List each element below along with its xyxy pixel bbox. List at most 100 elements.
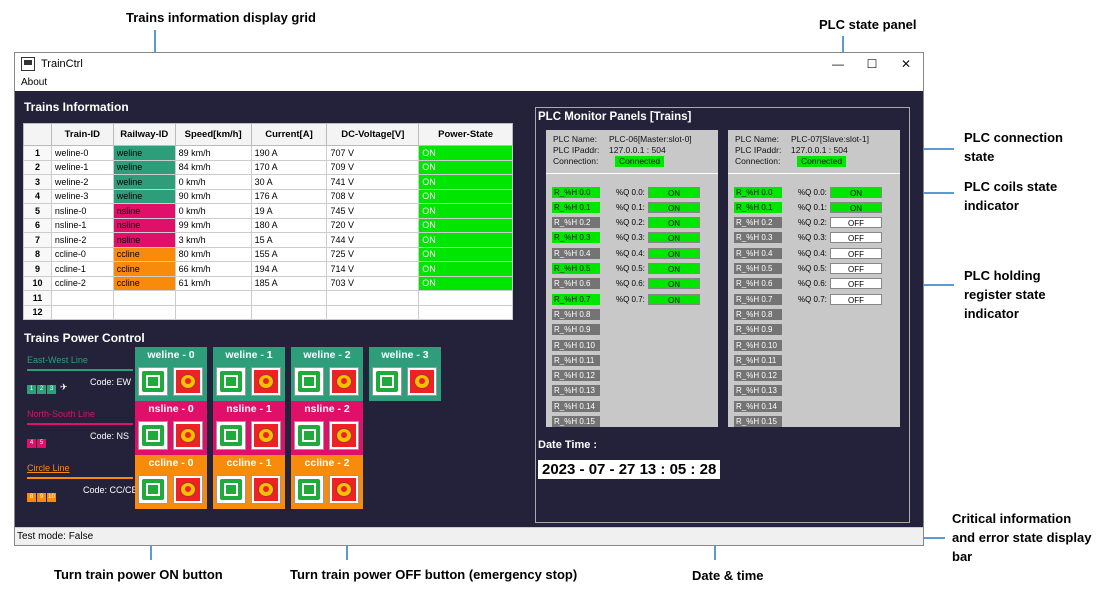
power-on-button[interactable]	[216, 421, 246, 450]
grid-row[interactable]: 1 weline-0 weline 89 km/h 190 A 707 V ON	[23, 145, 513, 161]
grid-cell[interactable]: 66 km/h	[174, 261, 252, 277]
grid-cell[interactable]	[112, 290, 176, 306]
power-on-button[interactable]	[138, 475, 168, 504]
grid-cell[interactable]: ccline	[112, 261, 176, 277]
grid-cell[interactable]: 744 V	[326, 232, 420, 248]
grid-column-header[interactable]: DC-Voltage[V]	[326, 123, 420, 146]
grid-row[interactable]: 2 weline-1 weline 84 km/h 170 A 709 V ON	[23, 159, 513, 175]
grid-cell[interactable]	[50, 304, 114, 320]
grid-cell[interactable]: ccline	[112, 246, 176, 262]
grid-cell[interactable]: ON	[418, 203, 513, 219]
emergency-stop-button[interactable]	[407, 367, 437, 396]
grid-column-header[interactable]	[23, 123, 52, 146]
grid-row[interactable]: 8 ccline-0 ccline 80 km/h 155 A 725 V ON	[23, 246, 513, 262]
grid-cell[interactable]: 708 V	[326, 188, 420, 204]
emergency-stop-button[interactable]	[329, 421, 359, 450]
grid-cell[interactable]: weline-0	[50, 145, 114, 161]
emergency-stop-button[interactable]	[173, 475, 203, 504]
grid-cell[interactable]: 155 A	[250, 246, 328, 262]
grid-column-header[interactable]: Railway-ID	[112, 123, 176, 146]
grid-cell[interactable]: 741 V	[326, 174, 420, 190]
grid-cell[interactable]: ON	[418, 232, 513, 248]
grid-cell[interactable]: 4	[23, 188, 52, 204]
grid-cell[interactable]	[174, 290, 252, 306]
grid-cell[interactable]: 0 km/h	[174, 174, 252, 190]
grid-cell[interactable]: 170 A	[250, 159, 328, 175]
grid-cell[interactable]: ON	[418, 159, 513, 175]
grid-row[interactable]: 9 ccline-1 ccline 66 km/h 194 A 714 V ON	[23, 261, 513, 277]
emergency-stop-button[interactable]	[173, 367, 203, 396]
grid-cell[interactable]: 2	[23, 159, 52, 175]
grid-cell[interactable]: ON	[418, 145, 513, 161]
grid-cell[interactable]: ccline	[112, 275, 176, 291]
grid-cell[interactable]: 720 V	[326, 217, 420, 233]
power-on-button[interactable]	[138, 367, 168, 396]
grid-cell[interactable]: 1	[23, 145, 52, 161]
grid-cell[interactable]: ccline-1	[50, 261, 114, 277]
power-on-button[interactable]	[138, 421, 168, 450]
grid-cell[interactable]: nsline-0	[50, 203, 114, 219]
grid-cell[interactable]: weline	[112, 188, 176, 204]
grid-cell[interactable]: 8	[23, 246, 52, 262]
grid-row[interactable]: 4 weline-3 weline 90 km/h 176 A 708 V ON	[23, 188, 513, 204]
grid-cell[interactable]: nsline-1	[50, 217, 114, 233]
grid-cell[interactable]	[250, 304, 328, 320]
grid-cell[interactable]: 99 km/h	[174, 217, 252, 233]
emergency-stop-button[interactable]	[251, 421, 281, 450]
grid-row[interactable]: 12	[23, 304, 513, 320]
grid-cell[interactable]: 745 V	[326, 203, 420, 219]
grid-cell[interactable]: 10	[23, 275, 52, 291]
grid-cell[interactable]: nsline	[112, 203, 176, 219]
grid-cell[interactable]: 0 km/h	[174, 203, 252, 219]
grid-cell[interactable]: 30 A	[250, 174, 328, 190]
grid-cell[interactable]: 185 A	[250, 275, 328, 291]
grid-cell[interactable]: 5	[23, 203, 52, 219]
emergency-stop-button[interactable]	[173, 421, 203, 450]
grid-cell[interactable]: ON	[418, 246, 513, 262]
grid-cell[interactable]: ON	[418, 261, 513, 277]
grid-cell[interactable]: 12	[23, 304, 52, 320]
grid-column-header[interactable]: Power-State	[418, 123, 513, 146]
grid-row[interactable]: 7 nsline-2 nsline 3 km/h 15 A 744 V ON	[23, 232, 513, 248]
grid-cell[interactable]	[250, 290, 328, 306]
power-on-button[interactable]	[294, 475, 324, 504]
grid-cell[interactable]: 703 V	[326, 275, 420, 291]
grid-cell[interactable]: 709 V	[326, 159, 420, 175]
grid-cell[interactable]: 11	[23, 290, 52, 306]
power-on-button[interactable]	[372, 367, 402, 396]
grid-cell[interactable]	[326, 304, 420, 320]
emergency-stop-button[interactable]	[329, 367, 359, 396]
grid-cell[interactable]: ON	[418, 174, 513, 190]
grid-cell[interactable]: 190 A	[250, 145, 328, 161]
grid-cell[interactable]: 19 A	[250, 203, 328, 219]
menu-about[interactable]: About	[21, 77, 47, 88]
grid-cell[interactable]	[418, 290, 513, 306]
maximize-button[interactable]: ☐	[855, 57, 889, 71]
grid-cell[interactable]: 9	[23, 261, 52, 277]
grid-cell[interactable]: 176 A	[250, 188, 328, 204]
emergency-stop-button[interactable]	[251, 475, 281, 504]
power-on-button[interactable]	[294, 421, 324, 450]
grid-cell[interactable]: weline-2	[50, 174, 114, 190]
power-on-button[interactable]	[216, 367, 246, 396]
grid-cell[interactable]: 725 V	[326, 246, 420, 262]
grid-cell[interactable]	[50, 290, 114, 306]
minimize-button[interactable]: —	[821, 57, 855, 71]
grid-cell[interactable]: 61 km/h	[174, 275, 252, 291]
grid-row[interactable]: 5 nsline-0 nsline 0 km/h 19 A 745 V ON	[23, 203, 513, 219]
grid-cell[interactable]: 80 km/h	[174, 246, 252, 262]
grid-row[interactable]: 6 nsline-1 nsline 99 km/h 180 A 720 V ON	[23, 217, 513, 233]
grid-cell[interactable]: 714 V	[326, 261, 420, 277]
grid-cell[interactable]: 6	[23, 217, 52, 233]
emergency-stop-button[interactable]	[329, 475, 359, 504]
grid-cell[interactable]: nsline-2	[50, 232, 114, 248]
grid-cell[interactable]: nsline	[112, 217, 176, 233]
grid-cell[interactable]: 3	[23, 174, 52, 190]
grid-cell[interactable]: weline	[112, 159, 176, 175]
grid-cell[interactable]: 84 km/h	[174, 159, 252, 175]
grid-cell[interactable]: 89 km/h	[174, 145, 252, 161]
grid-column-header[interactable]: Speed[km/h]	[174, 123, 252, 146]
grid-cell[interactable]: weline-3	[50, 188, 114, 204]
grid-column-header[interactable]: Train-ID	[50, 123, 114, 146]
grid-column-header[interactable]: Current[A]	[250, 123, 328, 146]
